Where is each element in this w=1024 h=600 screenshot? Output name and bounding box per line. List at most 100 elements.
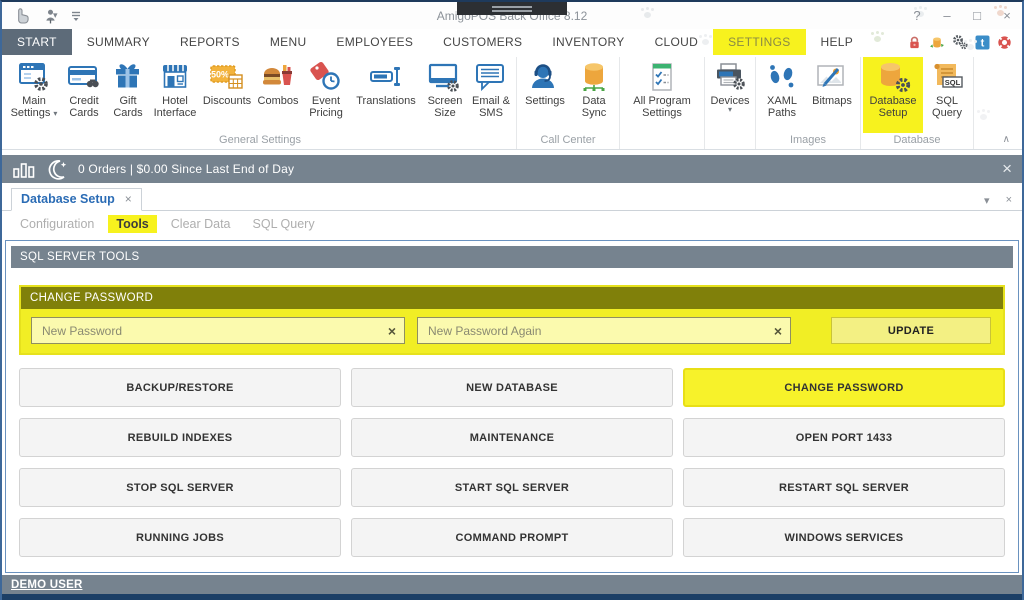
change-password-button[interactable]: CHANGE PASSWORD (683, 368, 1005, 407)
chevron-down-icon: ▾ (53, 109, 57, 118)
menu-tab-start[interactable]: START (2, 29, 72, 55)
data-sync-icon (576, 59, 612, 95)
ribbon-item-email-sms[interactable]: Email & SMS (468, 57, 514, 133)
ribbon-group-devices: Devices ▾ (705, 57, 756, 149)
menu-tab-cloud[interactable]: CLOUD (640, 29, 714, 55)
command-prompt-button[interactable]: COMMAND PROMPT (351, 518, 673, 557)
ribbon-item-discounts[interactable]: 50% Discounts (200, 57, 254, 133)
maximize-button[interactable]: □ (962, 8, 992, 23)
restart-sql-server-button[interactable]: RESTART SQL SERVER (683, 468, 1005, 507)
ribbon-group-images: XAML Paths Bitmaps Images (756, 57, 861, 149)
ribbon-item-translations[interactable]: Translations (350, 57, 422, 133)
subtab-tools[interactable]: Tools (108, 215, 156, 233)
screen-size-icon (427, 59, 463, 95)
new-database-button[interactable]: NEW DATABASE (351, 368, 673, 407)
discounts-icon: 50% (208, 59, 246, 95)
menu-tab-inventory[interactable]: INVENTORY (537, 29, 639, 55)
ribbon-group-label: Call Center (519, 133, 617, 149)
ribbon-collapse-button[interactable]: ∧ (1003, 134, 1010, 145)
quick-access-customize-icon[interactable] (70, 10, 82, 22)
tab-close-icon[interactable]: × (125, 192, 132, 206)
ribbon-item-label: Data Sync (571, 95, 617, 120)
clear-confirm-password-icon[interactable]: × (768, 323, 782, 339)
subtab-sql-query[interactable]: SQL Query (245, 215, 323, 233)
ribbon-item-label: Credit Cards (62, 95, 106, 120)
combos-icon (260, 59, 296, 95)
open-port-1433-button[interactable]: OPEN PORT 1433 (683, 418, 1005, 457)
menu-tab-reports[interactable]: REPORTS (165, 29, 255, 55)
rebuild-indexes-button[interactable]: REBUILD INDEXES (19, 418, 341, 457)
ribbon-group-general-settings: Main Settings ▾ Credit Cards Gift Cards (4, 57, 517, 149)
document-tab-row: Database Setup × ▾ × (2, 186, 1022, 211)
xaml-paths-icon (764, 59, 800, 95)
help-button[interactable]: ? (902, 8, 932, 23)
start-sql-server-button[interactable]: START SQL SERVER (351, 468, 673, 507)
ribbon-item-database-setup[interactable]: Database Setup (863, 57, 923, 133)
bar-chart-icon[interactable] (12, 159, 36, 179)
tab-overflow-icon[interactable]: ▾ (984, 194, 990, 207)
new-password-input[interactable] (40, 323, 382, 339)
ribbon-item-sql-query[interactable]: SQL SQL Query (923, 57, 971, 133)
stop-sql-server-button[interactable]: STOP SQL SERVER (19, 468, 341, 507)
ribbon-item-label: SQL Query (923, 95, 971, 120)
ribbon-item-bitmaps[interactable]: Bitmaps (806, 57, 858, 133)
ribbon-item-gift-cards[interactable]: Gift Cards (106, 57, 150, 133)
twitter-icon[interactable]: t (975, 35, 990, 50)
menu-tab-menu[interactable]: MENU (255, 29, 322, 55)
life-ring-icon[interactable] (997, 35, 1012, 50)
gears-icon[interactable] (952, 34, 968, 50)
ribbon-item-label: XAML Paths (758, 95, 806, 120)
menu-tab-summary[interactable]: SUMMARY (72, 29, 165, 55)
statusbar-close-icon[interactable]: × (1002, 159, 1012, 179)
ribbon-item-event-pricing[interactable]: Event Pricing (302, 57, 350, 133)
tab-database-setup[interactable]: Database Setup × (11, 188, 142, 211)
call-center-settings-icon (527, 59, 563, 95)
tabrow-close-icon[interactable]: × (1006, 194, 1012, 207)
close-button[interactable]: × (992, 8, 1022, 23)
main-settings-icon (16, 59, 52, 95)
menu-tab-settings[interactable]: SETTINGS (713, 29, 805, 55)
backup-restore-button[interactable]: BACKUP/RESTORE (19, 368, 341, 407)
ribbon-item-label: Email & SMS (468, 95, 514, 120)
ribbon-item-credit-cards[interactable]: Credit Cards (62, 57, 106, 133)
maintenance-button[interactable]: MAINTENANCE (351, 418, 673, 457)
translations-icon (368, 59, 404, 95)
user-pin-icon[interactable]: ▾ (44, 8, 58, 24)
ribbon-item-screen-size[interactable]: Screen Size (422, 57, 468, 133)
ribbon-item-combos[interactable]: Combos (254, 57, 302, 133)
ribbon-item-hotel-interface[interactable]: Hotel Interface (150, 57, 200, 133)
ribbon-item-label: Database Setup (863, 95, 923, 120)
subtab-configuration[interactable]: Configuration (12, 215, 102, 233)
ribbon-group-label: Database (863, 133, 971, 149)
gift-cards-icon (110, 59, 146, 95)
menu-tab-employees[interactable]: EMPLOYEES (321, 29, 428, 55)
ribbon-item-xaml-paths[interactable]: XAML Paths (758, 57, 806, 133)
ribbon-item-main-settings[interactable]: Main Settings ▾ (6, 57, 62, 133)
window-bottom-edge (2, 594, 1022, 600)
confirm-password-input[interactable] (426, 323, 768, 339)
lock-icon[interactable] (907, 35, 922, 50)
update-password-button[interactable]: UPDATE (831, 317, 991, 344)
ribbon-item-devices[interactable]: Devices ▾ (707, 57, 753, 133)
ribbon-group-database: Database Setup SQL SQL Query Database (861, 57, 974, 149)
menu-tab-help[interactable]: HELP (806, 29, 869, 55)
current-user-link[interactable]: DEMO USER (11, 579, 82, 591)
hand-pointer-icon[interactable] (12, 6, 32, 25)
clear-new-password-icon[interactable]: × (382, 323, 396, 339)
tools-panel: SQL SERVER TOOLS CHANGE PASSWORD × × UPD… (5, 240, 1019, 573)
subtab-row: Configuration Tools Clear Data SQL Query (2, 211, 1022, 236)
sql-query-icon: SQL (928, 59, 966, 95)
database-sync-icon[interactable] (929, 35, 945, 50)
windows-services-button[interactable]: WINDOWS SERVICES (683, 518, 1005, 557)
ribbon-item-call-center-settings[interactable]: Settings (519, 57, 571, 133)
minimize-button[interactable]: – (932, 8, 962, 23)
ribbon-item-all-program-settings[interactable]: All Program Settings (622, 57, 702, 133)
running-jobs-button[interactable]: RUNNING JOBS (19, 518, 341, 557)
moon-star-icon[interactable] (45, 158, 69, 180)
new-password-field-wrap: × (31, 317, 405, 344)
subtab-clear-data[interactable]: Clear Data (163, 215, 239, 233)
drag-handle[interactable] (457, 2, 567, 15)
ribbon-item-data-sync[interactable]: Data Sync (571, 57, 617, 133)
ribbon-group-label (707, 133, 753, 149)
menu-tab-customers[interactable]: CUSTOMERS (428, 29, 537, 55)
